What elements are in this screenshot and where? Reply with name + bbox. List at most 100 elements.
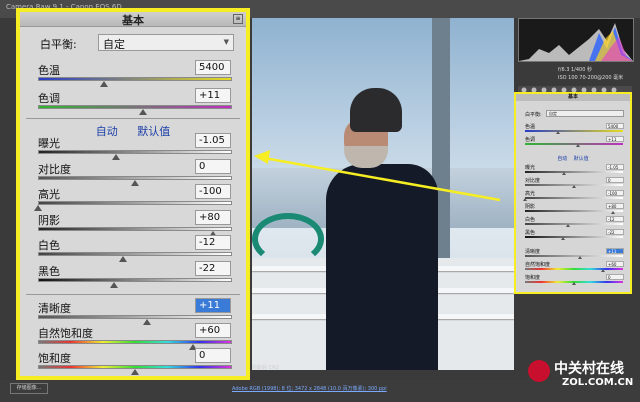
slider-value-input[interactable]: -22	[606, 229, 624, 235]
slider-thumb[interactable]	[119, 256, 128, 262]
slider-value-input[interactable]: +11	[195, 88, 231, 103]
slider-track[interactable]	[38, 340, 232, 344]
slider-thumb[interactable]	[601, 269, 606, 272]
slider-thumb[interactable]	[575, 144, 580, 147]
status-text: 的蚯蚓 CR2	[252, 365, 279, 371]
slider-value-input[interactable]: +80	[195, 209, 231, 225]
slider-value-input[interactable]: -12	[195, 235, 231, 250]
workflow-options-link[interactable]: Adobe RGB (1998); 8 位; 3472 x 2848 (10.0…	[232, 385, 387, 392]
slider-thumb[interactable]	[561, 237, 566, 240]
slider-thumb[interactable]	[131, 179, 139, 186]
slider-thumb[interactable]	[572, 282, 576, 285]
slider-thumb[interactable]	[562, 172, 567, 175]
small-wb-select[interactable]: 自定	[546, 110, 624, 117]
slider-thumb[interactable]	[556, 131, 561, 134]
slider-value-input[interactable]: +80	[606, 203, 624, 209]
slider-value-input[interactable]: -1.05	[606, 164, 624, 170]
slider-track[interactable]	[38, 201, 232, 205]
slider-value-input[interactable]: +11	[606, 248, 624, 254]
slider-track[interactable]	[38, 277, 232, 282]
slider-track[interactable]	[525, 130, 623, 132]
auto-link[interactable]: 自动	[96, 125, 118, 138]
slider-label: 对比度	[38, 162, 71, 176]
slider-track[interactable]	[525, 255, 623, 257]
slider-value-input[interactable]: 5400	[195, 60, 231, 75]
slider-value-input[interactable]: +11	[606, 136, 624, 142]
save-image-button[interactable]: 存储图像...	[10, 383, 48, 394]
camera-info-line2: ISO 100 70-200@200 毫米	[558, 75, 624, 81]
slider-label: 阴影	[525, 204, 536, 210]
slider-thumb[interactable]	[577, 256, 582, 259]
small-default-link[interactable]: 默认值	[574, 156, 589, 162]
chevron-down-icon: ▼	[223, 38, 229, 46]
slider-label: 曝光	[38, 137, 60, 150]
slider-track[interactable]	[525, 236, 623, 238]
slider-label: 阴影	[38, 213, 60, 227]
basic-panel: 基本 ≡ 白平衡: 自定 ▼ 色温 5400 色调 +11 自动 默认值 曝光 -1.0…	[16, 8, 250, 380]
slider-track[interactable]	[525, 143, 623, 145]
slider-label: 黑色	[525, 230, 536, 236]
slider-track[interactable]	[38, 105, 232, 109]
slider-thumb[interactable]	[572, 185, 576, 188]
slider-label: 饱和度	[525, 275, 541, 281]
slider-label: 色调	[38, 92, 60, 105]
slider-track[interactable]	[525, 268, 623, 270]
slider-label: 曝光	[525, 165, 536, 171]
slider-value-input[interactable]: 0	[195, 348, 231, 363]
slider-label: 清晰度	[38, 302, 71, 315]
slider-track[interactable]	[525, 197, 623, 199]
slider-value-input[interactable]: -22	[195, 260, 231, 276]
slider-label: 色温	[525, 124, 536, 130]
divider	[26, 118, 240, 119]
slider-thumb[interactable]	[34, 205, 42, 211]
white-balance-select[interactable]: 自定 ▼	[98, 34, 234, 51]
slider-track[interactable]	[525, 171, 623, 173]
small-auto-link[interactable]: 自动	[557, 156, 567, 162]
slider-value-input[interactable]: 0	[606, 177, 624, 183]
small-wb-label: 白平衡:	[525, 112, 542, 118]
slider-value-input[interactable]: +60	[606, 261, 624, 267]
slider-label: 色调	[525, 137, 536, 143]
panel-header: 基本 ≡	[20, 12, 246, 27]
slider-track[interactable]	[38, 226, 232, 231]
panel-menu-icon[interactable]: ≡	[233, 14, 243, 24]
camera-info: f/6.3 1/400 秒 ISO 100 70-200@200 毫米	[518, 64, 632, 84]
slider-track[interactable]	[38, 252, 232, 256]
slider-thumb[interactable]	[566, 224, 571, 227]
white-balance-label: 白平衡:	[40, 38, 77, 51]
slider-track[interactable]	[525, 210, 623, 212]
slider-thumb[interactable]	[109, 281, 118, 288]
slider-thumb[interactable]	[138, 109, 147, 115]
slider-value-input[interactable]: -100	[606, 190, 624, 196]
slider-track[interactable]	[525, 223, 623, 225]
slider-value-input[interactable]: -1.05	[195, 133, 231, 148]
slider-value-input[interactable]: +11	[195, 298, 231, 313]
zol-watermark: 中关村在线 ZOL.COM.CN	[528, 356, 638, 396]
slider-thumb[interactable]	[611, 211, 616, 214]
slider-thumb[interactable]	[99, 81, 108, 87]
watermark-cn: 中关村在线	[554, 361, 624, 377]
slider-label: 对比度	[525, 178, 541, 184]
divider	[26, 294, 240, 295]
white-balance-value: 自定	[103, 38, 125, 51]
slider-label: 白色	[38, 239, 60, 252]
slider-thumb[interactable]	[131, 369, 139, 375]
slider-value-input[interactable]: -100	[195, 184, 231, 199]
default-link[interactable]: 默认值	[137, 125, 170, 138]
camera-info-line1: f/6.3 1/400 秒	[558, 67, 592, 73]
slider-value-input[interactable]: -12	[606, 216, 624, 222]
slider-track[interactable]	[38, 77, 232, 81]
slider-thumb[interactable]	[111, 154, 120, 160]
slider-thumb[interactable]	[523, 198, 527, 201]
slider-thumb[interactable]	[142, 319, 151, 325]
small-panel-title: 基本	[516, 94, 630, 101]
slider-value-input[interactable]: 0	[606, 274, 624, 280]
slider-value-input[interactable]: +60	[195, 323, 231, 338]
slider-track[interactable]	[38, 315, 232, 319]
slider-label: 自然饱和度	[38, 327, 93, 340]
slider-value-input[interactable]: 0	[195, 158, 231, 174]
slider-label: 饱和度	[38, 352, 71, 365]
basic-panel-small: 基本 白平衡: 自定 色温 5400 色调 +11 自动 默认值 曝光 -1.05 对比度…	[514, 92, 632, 294]
slider-track[interactable]	[38, 150, 232, 154]
slider-value-input[interactable]: 5400	[606, 123, 624, 129]
